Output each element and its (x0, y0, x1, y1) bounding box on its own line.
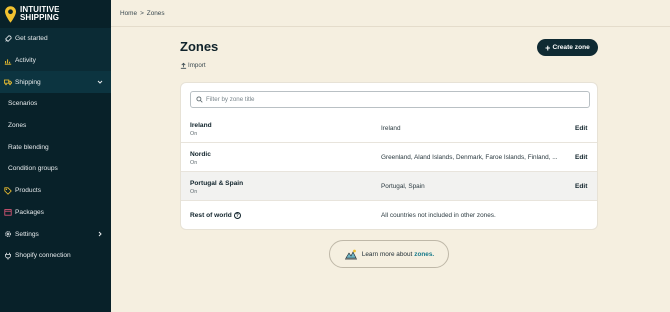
edit-button[interactable]: Edit (575, 154, 587, 161)
zone-countries: All countries not included in other zone… (381, 212, 496, 219)
table-row: Rest of world ? All countries not includ… (181, 201, 597, 229)
zone-filter[interactable] (190, 91, 590, 108)
zone-status: On (190, 189, 198, 195)
globe-illustration-icon (344, 249, 357, 260)
upload-icon (180, 62, 187, 69)
zone-countries: Greenland, Aland Islands, Denmark, Faroe… (381, 154, 558, 161)
chart-icon (4, 57, 12, 65)
tag-icon (4, 187, 12, 195)
sidebar-item-products[interactable]: Products (0, 180, 111, 202)
truck-icon (4, 78, 12, 86)
sidebar-item-label: Products (15, 187, 42, 195)
learn-more-banner: Learn more about zones. (329, 240, 449, 268)
page-title: Zones (180, 39, 219, 54)
app-logo[interactable]: INTUITIVE SHIPPING (0, 0, 111, 28)
brand-name: INTUITIVE SHIPPING (20, 6, 60, 22)
create-zone-label: Create zone (552, 44, 590, 51)
zone-name: Nordic (190, 151, 211, 158)
zone-name: Portugal & Spain (190, 180, 244, 187)
learn-more-text: Learn more about (361, 250, 413, 258)
sidebar: INTUITIVE SHIPPING Get started Activity … (0, 0, 111, 312)
sidebar-item-activity[interactable]: Activity (0, 49, 111, 72)
sidebar-item-label: Condition groups (8, 165, 58, 173)
table-row[interactable]: Nordic On Greenland, Aland Islands, Denm… (181, 143, 597, 172)
import-button[interactable]: Import (180, 62, 206, 69)
sidebar-item-shipping[interactable]: Shipping (0, 71, 111, 94)
edit-button[interactable]: Edit (575, 183, 587, 190)
box-icon (4, 208, 12, 216)
edit-button[interactable]: Edit (575, 125, 587, 132)
sidebar-item-zones[interactable]: Zones (0, 115, 111, 137)
sidebar-item-label: Shopify connection (15, 252, 71, 260)
sidebar-item-rate-blending[interactable]: Rate blending (0, 136, 111, 158)
sidebar-item-get-started[interactable]: Get started (0, 28, 111, 50)
sidebar-item-settings[interactable]: Settings (0, 223, 111, 245)
plug-icon (4, 252, 12, 260)
rocket-icon (4, 35, 12, 43)
breadcrumb-separator: > (140, 9, 144, 17)
sidebar-item-scenarios[interactable]: Scenarios (0, 93, 111, 115)
search-input[interactable] (206, 96, 576, 103)
zone-status: On (190, 131, 198, 137)
sidebar-item-label: Activity (15, 57, 36, 65)
table-row[interactable]: Portugal & Spain On Portugal, Spain Edit (181, 172, 597, 201)
zone-countries: Ireland (381, 125, 401, 132)
sidebar-item-packages[interactable]: Packages (0, 202, 111, 224)
breadcrumb-home-link[interactable]: Home (120, 10, 137, 17)
sidebar-item-label: Zones (8, 122, 27, 130)
sidebar-item-shopify-connection[interactable]: Shopify connection (0, 245, 111, 267)
breadcrumb: Home > Zones (111, 0, 670, 27)
zone-name-rest-of-world: Rest of world ? (190, 212, 241, 219)
sidebar-item-condition-groups[interactable]: Condition groups (0, 158, 111, 180)
sidebar-item-label: Shipping (15, 78, 41, 86)
zone-name: Ireland (190, 122, 212, 129)
chevron-down-icon (97, 80, 103, 84)
sidebar-item-label: Rate blending (8, 143, 49, 151)
sidebar-item-label: Scenarios (8, 100, 38, 108)
location-pin-icon (5, 5, 16, 23)
zones-table: Ireland On Ireland Edit Nordic On Greenl… (181, 114, 597, 229)
zone-status: On (190, 160, 198, 166)
create-zone-button[interactable]: + Create zone (537, 39, 598, 56)
sidebar-item-label: Get started (15, 35, 48, 43)
help-icon[interactable]: ? (233, 212, 241, 219)
zone-name-label: Rest of world (190, 212, 232, 219)
search-icon (196, 96, 203, 103)
zone-countries: Portugal, Spain (381, 183, 425, 190)
sidebar-item-label: Packages (15, 208, 44, 216)
chevron-right-icon (98, 231, 102, 237)
gear-icon (4, 230, 12, 238)
plus-icon: + (545, 42, 551, 53)
table-row[interactable]: Ireland On Ireland Edit (181, 114, 597, 143)
sidebar-item-label: Settings (15, 230, 39, 238)
breadcrumb-current: Zones (146, 9, 165, 17)
zones-card: Ireland On Ireland Edit Nordic On Greenl… (180, 82, 598, 230)
brand-name-line2: SHIPPING (20, 13, 60, 22)
import-label: Import (188, 62, 206, 69)
learn-more-link[interactable]: zones. (414, 251, 434, 258)
